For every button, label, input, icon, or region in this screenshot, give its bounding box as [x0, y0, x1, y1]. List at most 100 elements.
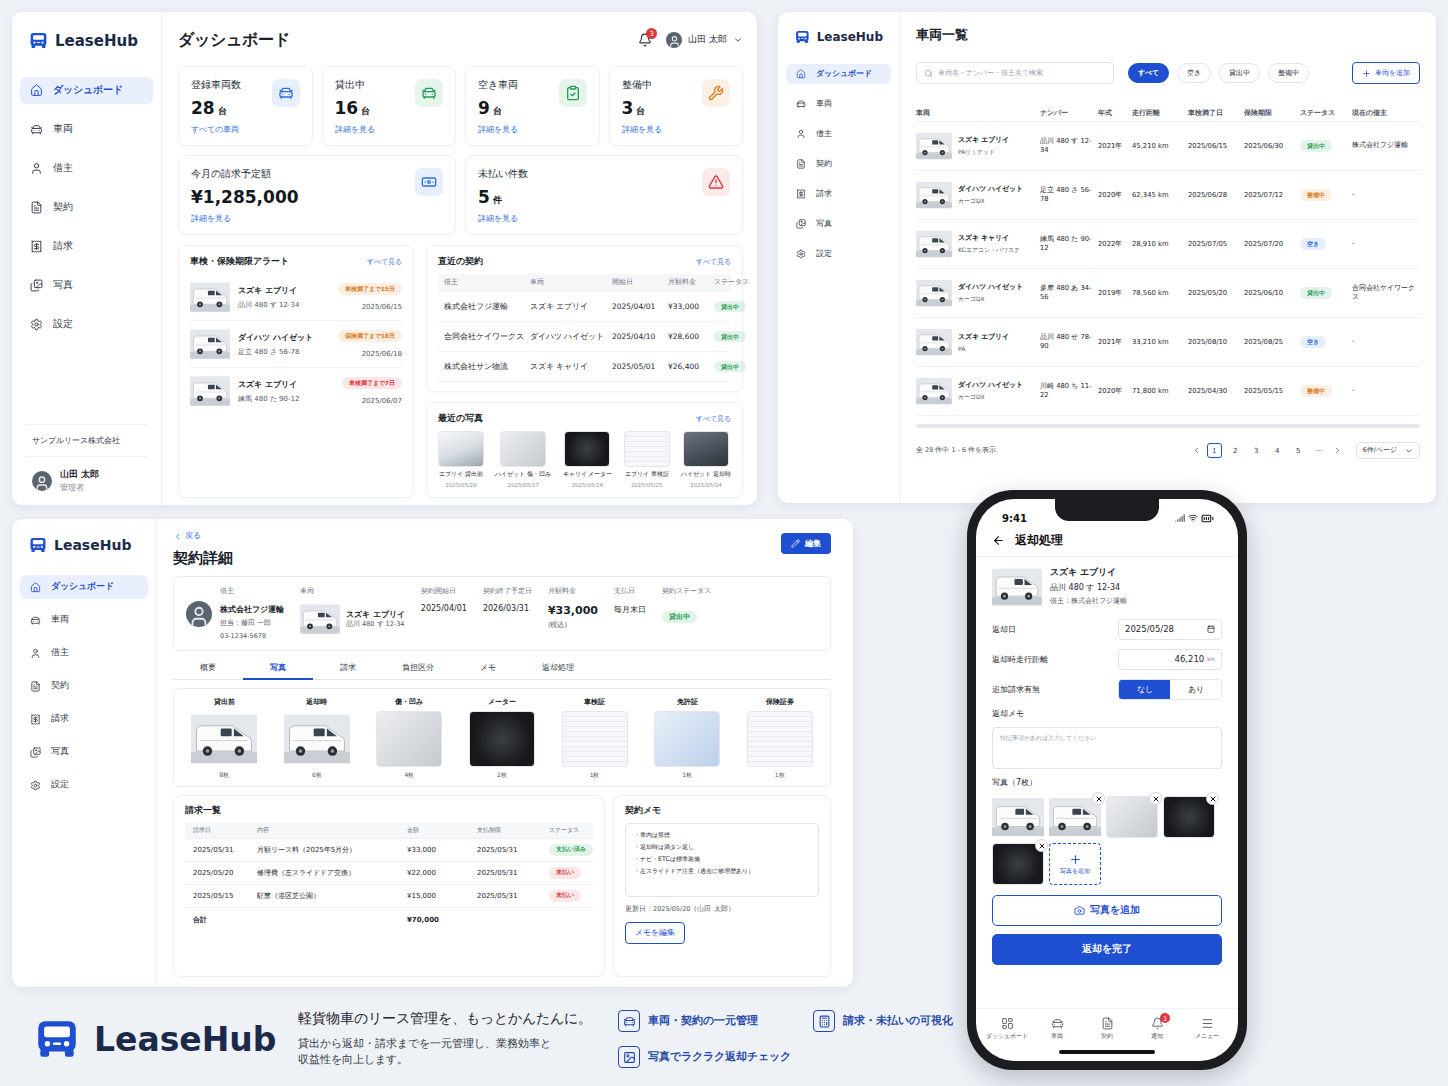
search-field[interactable]: 車両名・ナンバー・借主名で検索: [916, 62, 1114, 84]
filter-chip[interactable]: すべて: [1128, 63, 1169, 83]
sidebar-item[interactable]: ダッシュボード: [20, 575, 148, 599]
remove-photo-button[interactable]: [1150, 793, 1161, 804]
back-link[interactable]: 戻る: [173, 531, 233, 541]
filter-chip[interactable]: 整備中: [1268, 63, 1309, 83]
see-all-link[interactable]: すべて見る: [367, 257, 402, 267]
see-all-link[interactable]: すべて見る: [696, 414, 731, 424]
photo-item[interactable]: エブリイ 貸出前2025/05/28: [438, 431, 484, 488]
add-photo-button[interactable]: 写真を追加: [992, 895, 1222, 926]
photo-item[interactable]: キャリイ メーター2025/05/26: [563, 431, 613, 488]
stat-link[interactable]: 詳細を見る: [335, 124, 375, 135]
tab[interactable]: 請求: [313, 659, 383, 680]
stat-link[interactable]: 詳細を見る: [622, 124, 662, 135]
page-button[interactable]: 5: [1291, 443, 1306, 458]
complete-return-button[interactable]: 返却を完了: [992, 934, 1222, 965]
sidebar-item[interactable]: 設定: [786, 244, 891, 264]
sidebar-item[interactable]: 契約: [20, 674, 148, 698]
sidebar-item[interactable]: 車両: [786, 94, 891, 114]
edit-memo-button[interactable]: メモを編集: [625, 922, 685, 944]
filter-chip[interactable]: 貸出中: [1219, 63, 1260, 83]
user-profile[interactable]: 山田 太郎管理者: [26, 469, 147, 493]
photo-group[interactable]: 傷・凹み4枚: [367, 697, 452, 780]
table-row[interactable]: ダイハツ ハイゼットカーゴDX川崎 480 ち 11-222020年71,800…: [916, 367, 1420, 416]
mileage-field[interactable]: 46,210km: [1118, 649, 1222, 670]
sidebar-item[interactable]: 写真: [786, 214, 891, 234]
tab[interactable]: メモ: [453, 659, 523, 680]
stat-link[interactable]: 詳細を見る: [478, 124, 518, 135]
sidebar-item[interactable]: 借主: [20, 155, 153, 182]
photo-group[interactable]: メーター2枚: [460, 697, 545, 780]
sidebar-item[interactable]: 借主: [786, 124, 891, 144]
table-row[interactable]: 株式会社フジ運輸スズキ エブリイ2025/04/01¥33,000貸出中: [438, 292, 731, 322]
table-row[interactable]: 2025/05/31月額リース料（2025年5月分）¥33,0002025/05…: [185, 839, 593, 862]
page-button[interactable]: 3: [1249, 443, 1264, 458]
photo-group[interactable]: 車検証1枚: [552, 697, 637, 780]
nav-tab[interactable]: 契約: [1082, 1017, 1132, 1040]
nav-tab[interactable]: 3通知: [1132, 1017, 1182, 1040]
sidebar-item[interactable]: 設定: [20, 773, 148, 797]
tab[interactable]: 負担区分: [383, 659, 453, 680]
toggle-option[interactable]: あり: [1170, 680, 1221, 699]
photo-group[interactable]: 免許証1枚: [645, 697, 730, 780]
sidebar-item[interactable]: 車両: [20, 116, 153, 143]
add-vehicle-button[interactable]: 車両を追加: [1352, 62, 1420, 84]
remove-photo-button[interactable]: [1207, 793, 1218, 804]
chevron-left-icon[interactable]: [1192, 446, 1201, 455]
table-row[interactable]: 合同会社ケイワークスダイハツ ハイゼット2025/04/10¥28,600貸出中: [438, 322, 731, 352]
remove-photo-button[interactable]: [1093, 793, 1104, 804]
notification-button[interactable]: 3: [638, 33, 652, 47]
table-row[interactable]: スズキ エブリイPA品川 480 せ 78-902021年33,210 km20…: [916, 318, 1420, 367]
return-date-field[interactable]: 2025/05/28: [1118, 619, 1222, 640]
sidebar-item[interactable]: ダッシュボード: [786, 64, 891, 84]
alert-row[interactable]: スズキ エブリイ練馬 480 た 90-12車検満了まで7日2025/06/07: [190, 368, 402, 414]
sidebar-item[interactable]: 請求: [20, 707, 148, 731]
edit-button[interactable]: 編集: [781, 533, 831, 554]
page-button[interactable]: 2: [1228, 443, 1243, 458]
sidebar-item[interactable]: 写真: [20, 272, 153, 299]
page-button[interactable]: 4: [1270, 443, 1285, 458]
photo-thumb[interactable]: [1106, 796, 1158, 838]
alert-row[interactable]: ダイハツ ハイゼット足立 480 さ 56-78保険満了まで18日2025/06…: [190, 321, 402, 368]
sidebar-item[interactable]: 請求: [786, 184, 891, 204]
sidebar-item[interactable]: 写真: [20, 740, 148, 764]
sidebar-item[interactable]: 借主: [20, 641, 148, 665]
remove-photo-button[interactable]: [1036, 840, 1047, 851]
table-row[interactable]: 2025/05/20修理費（左スライドドア交換）¥22,0002025/05/3…: [185, 862, 593, 885]
sidebar-item[interactable]: ダッシュボード: [20, 77, 153, 104]
photo-group[interactable]: 保険証券1枚: [737, 697, 822, 780]
tab[interactable]: 概要: [173, 659, 243, 680]
chevron-right-icon[interactable]: [1333, 446, 1342, 455]
photo-thumb[interactable]: [1163, 796, 1215, 838]
photo-item[interactable]: エブリイ 車検証2025/05/25: [624, 431, 670, 488]
photo-thumb[interactable]: [992, 843, 1044, 885]
sidebar-item[interactable]: 設定: [20, 311, 153, 338]
table-row[interactable]: ダイハツ ハイゼットカーゴDX足立 480 さ 56-782020年62,345…: [916, 171, 1420, 220]
stat-link[interactable]: 詳細を見る: [191, 213, 299, 224]
alert-row[interactable]: スズキ エブリイ品川 480 す 12-34車検満了まで15日2025/06/1…: [190, 274, 402, 321]
table-row[interactable]: スズキ エブリイPAリミテッド品川 480 す 12-342021年45,210…: [916, 122, 1420, 171]
photo-group[interactable]: 貸出前8枚: [182, 697, 267, 780]
nav-tab[interactable]: ダッシュボード: [982, 1017, 1032, 1040]
stat-link[interactable]: 詳細を見る: [478, 213, 528, 224]
table-row[interactable]: 株式会社サン物流スズキ キャリイ2025/05/01¥26,400貸出中: [438, 352, 731, 382]
page-button[interactable]: 1: [1207, 443, 1222, 458]
page-button[interactable]: ···: [1312, 443, 1327, 458]
nav-tab[interactable]: 車両: [1032, 1017, 1082, 1040]
table-row[interactable]: 2025/05/15駐禁（港区芝公園）¥15,0002025/05/31未払い: [185, 885, 593, 908]
sidebar-item[interactable]: 車両: [20, 608, 148, 632]
table-row[interactable]: ダイハツ ハイゼットカーゴDX多摩 480 あ 34-562019年78,560…: [916, 269, 1420, 318]
add-photo-tile[interactable]: 写真を追加: [1049, 843, 1101, 885]
back-arrow-icon[interactable]: [992, 534, 1005, 547]
tab[interactable]: 返却処理: [523, 659, 593, 680]
stat-link[interactable]: すべての車両: [191, 124, 241, 135]
memo-textarea[interactable]: 特記事項があれば入力してください: [992, 727, 1222, 769]
sidebar-item[interactable]: 契約: [20, 194, 153, 221]
table-row[interactable]: スズキ キャリイKCエアコン・パワステ練馬 480 た 90-122022年28…: [916, 220, 1420, 269]
photo-group[interactable]: 返却時6枚: [275, 697, 360, 780]
per-page-select[interactable]: 6件/ページ: [1356, 442, 1420, 459]
nav-tab[interactable]: メニュー: [1182, 1017, 1232, 1040]
photo-thumb[interactable]: [992, 796, 1044, 838]
user-menu[interactable]: 山田 太郎: [666, 32, 743, 48]
photo-thumb[interactable]: [1049, 796, 1101, 838]
sidebar-item[interactable]: 契約: [786, 154, 891, 174]
